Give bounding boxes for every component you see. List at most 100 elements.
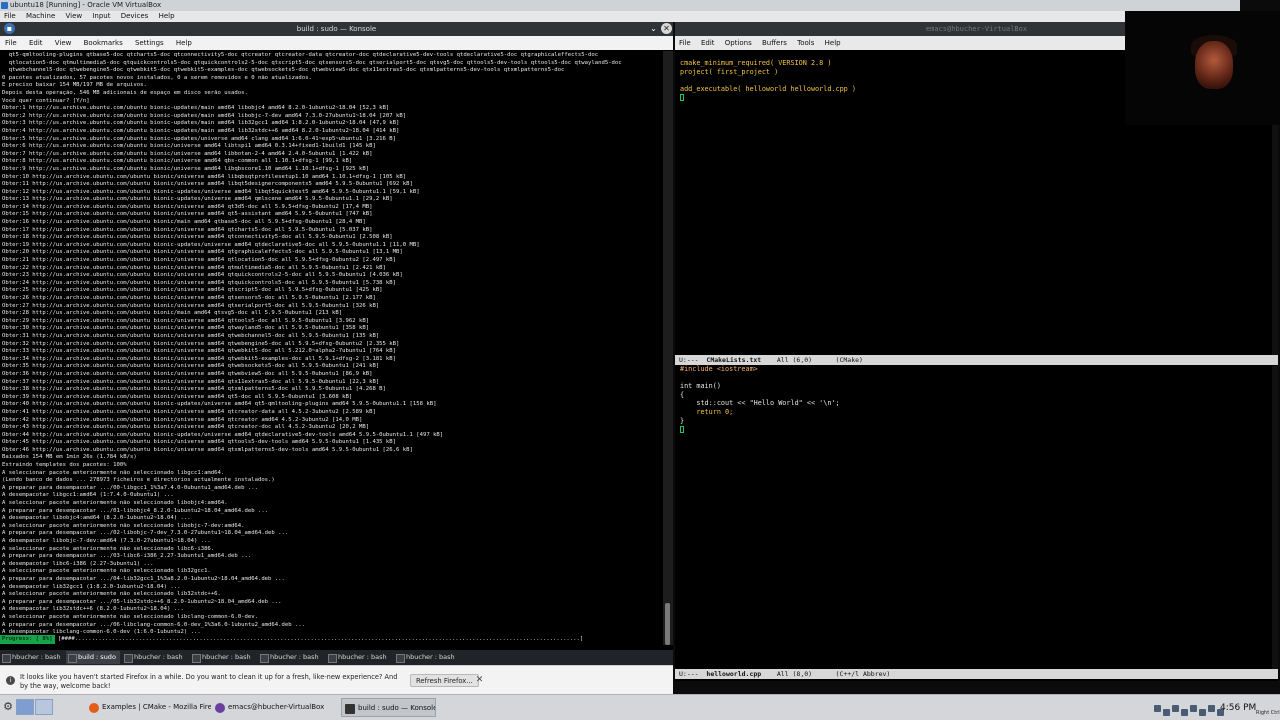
konsole-menu-view[interactable]: View [50, 39, 77, 47]
task-firefox[interactable]: Examples | CMake - Mozilla Firefox [86, 698, 211, 717]
konsole-tab[interactable]: hbucher : bash [0, 651, 64, 664]
code-line: return 0; [680, 408, 734, 416]
webcam-overlay [1125, 11, 1280, 125]
konsole-app-icon[interactable]: ▪ [4, 23, 15, 34]
terminal-line: A preparar para desempacotar .../02-libo… [2, 530, 289, 537]
scrollbar-thumb[interactable] [665, 603, 670, 645]
vbox-menu-input[interactable]: Input [88, 12, 114, 20]
firefox-icon [89, 703, 99, 713]
terminal-line: qtwebchannel5-doc qtwebengine5-doc qtweb… [2, 67, 565, 74]
modeline-buffer-name[interactable]: helloworld.cpp [706, 670, 761, 678]
terminal-line: Obter:38 http://us.archive.ubuntu.com/ub… [2, 386, 386, 393]
terminal-line: A desempacotar libobjc4:amd64 (8.2.0-1ub… [2, 515, 191, 522]
firefox-refresh-notification: i It looks like you haven't started Fire… [0, 665, 673, 694]
terminal-line: A seleccionar pacote anteriormente não s… [2, 522, 245, 529]
system-tray [1150, 697, 1224, 719]
terminal-line: Obter:21 http://us.archive.ubuntu.com/ub… [2, 257, 397, 264]
terminal-line: A seleccionar pacote anteriormente não s… [2, 469, 225, 476]
cpp-scrollbar[interactable] [1272, 366, 1278, 669]
konsole-menu-bookmarks[interactable]: Bookmarks [79, 39, 128, 47]
start-menu-icon[interactable]: ⚙ [2, 699, 14, 715]
terminal-line: A preparar para desempacotar .../03-libc… [2, 553, 252, 560]
vbox-menu-view[interactable]: View [62, 12, 87, 20]
konsole-menu-file[interactable]: File [0, 39, 22, 47]
terminal-line: A preparar para desempacotar .../05-lib3… [2, 598, 282, 605]
terminal-line: Depois desta operação, 546 MB adicionais… [2, 89, 248, 96]
konsole-tabbar: hbucher : bash build : sudo hbucher : bash… [0, 650, 673, 665]
vbox-menu-file[interactable]: File [0, 12, 20, 20]
terminal-line: Obter:17 http://us.archive.ubuntu.com/ub… [2, 226, 373, 233]
close-icon[interactable]: ✕ [474, 675, 485, 686]
terminal-line: Obter:27 http://us.archive.ubuntu.com/ub… [2, 302, 380, 309]
terminal-output[interactable]: qt5-qmltooling-plugins qtbase5-doc qtcha… [0, 51, 663, 645]
terminal-scrollbar[interactable] [663, 51, 673, 645]
emacs-menu-options[interactable]: Options [721, 39, 756, 47]
terminal-line: Obter:40 http://us.archive.ubuntu.com/ub… [2, 401, 437, 408]
vbox-menu-devices[interactable]: Devices [117, 12, 153, 20]
tray-icon[interactable] [1154, 705, 1161, 712]
modeline-buffer-name[interactable]: CMakeLists.txt [706, 356, 761, 364]
terminal-line: Obter:13 http://us.archive.ubuntu.com/ub… [2, 196, 393, 203]
tray-icon[interactable] [1208, 705, 1215, 712]
konsole-tab[interactable]: hbucher : bash [122, 651, 188, 664]
konsole-titlebar[interactable]: ▪ build : sudo — Konsole ⌄ ✕ [0, 22, 673, 36]
emacs-menu-edit[interactable]: Edit [697, 39, 719, 47]
close-icon[interactable]: ✕ [661, 23, 672, 34]
desktop-pager-2[interactable] [35, 699, 53, 715]
terminal-line: Obter:12 http://us.archive.ubuntu.com/ub… [2, 188, 420, 195]
terminal-line: A desempacotar libgcc1:amd64 (1:7.4.0-0u… [2, 492, 174, 499]
terminal-line: É preciso baixar 154 MB/197 MB de arquiv… [2, 82, 147, 89]
terminal-line: A desempacotar libc6-i386 (2.27-3ubuntu1… [2, 560, 154, 567]
terminal-line: Obter:22 http://us.archive.ubuntu.com/ub… [2, 264, 386, 271]
konsole-menu-settings[interactable]: Settings [130, 39, 169, 47]
konsole-menu-edit[interactable]: Edit [24, 39, 48, 47]
task-label: emacs@hbucher-VirtualBox [228, 703, 325, 711]
terminal-line: Obter:8 http://us.archive.ubuntu.com/ubu… [2, 158, 353, 165]
task-emacs[interactable]: emacs@hbucher-VirtualBox [212, 698, 340, 717]
terminal-line: Baixados 154 MB em 1min 26s (1.784 kB/s) [2, 454, 137, 461]
terminal-line: Obter:45 http://us.archive.ubuntu.com/ub… [2, 439, 397, 446]
progress-bar: [####...................................… [57, 636, 584, 642]
terminal-line: Obter:32 http://us.archive.ubuntu.com/ub… [2, 340, 400, 347]
tray-icon[interactable] [1172, 705, 1179, 712]
tray-icon[interactable] [1181, 709, 1188, 716]
terminal-line: A seleccionar pacote anteriormente não s… [2, 568, 211, 575]
minimize-icon[interactable]: ⌄ [648, 23, 659, 34]
tray-icon[interactable] [1163, 709, 1170, 716]
emacs-menu-file[interactable]: File [675, 39, 695, 47]
emacs-menu-tools[interactable]: Tools [793, 39, 818, 47]
tray-icon[interactable] [1199, 709, 1206, 716]
konsole-tab[interactable]: build : sudo [66, 651, 120, 664]
konsole-tab[interactable]: hbucher : bash [258, 651, 324, 664]
konsole-tab[interactable]: hbucher : bash [394, 651, 460, 664]
terminal-line: A seleccionar pacote anteriormente não s… [2, 545, 215, 552]
code-line: cmake_minimum_required( VERSION 2.8 ) [680, 59, 832, 67]
host-key-label: Right Ctrl [1256, 710, 1280, 716]
terminal-line: Obter:31 http://us.archive.ubuntu.com/ub… [2, 332, 380, 339]
task-konsole[interactable]: build : sudo — Konsole [341, 698, 436, 717]
terminal-line: Obter:6 http://us.archive.ubuntu.com/ubu… [2, 143, 376, 150]
text-cursor [680, 94, 684, 101]
tray-icon[interactable] [1190, 705, 1197, 712]
konsole-menu-help[interactable]: Help [171, 39, 197, 47]
konsole-tab[interactable]: hbucher : bash [326, 651, 392, 664]
vbox-menu-machine[interactable]: Machine [22, 12, 59, 20]
emacs-title: emacs@hbucher-VirtualBox [925, 25, 1028, 33]
terminal-line: A seleccionar pacote anteriormente não s… [2, 591, 221, 598]
vbox-menu-help[interactable]: Help [155, 12, 179, 20]
notification-message: It looks like you haven't started Firefo… [20, 673, 398, 690]
terminal-line: Obter:11 http://us.archive.ubuntu.com/ub… [2, 181, 413, 188]
terminal-line: Obter:24 http://us.archive.ubuntu.com/ub… [2, 279, 397, 286]
terminal-line: Obter:26 http://us.archive.ubuntu.com/ub… [2, 295, 376, 301]
refresh-firefox-button[interactable]: Refresh Firefox... [410, 674, 479, 687]
terminal-line: qt5-qmltooling-plugins qtbase5-doc qtcha… [2, 52, 599, 58]
terminal-line: Obter:34 http://us.archive.ubuntu.com/ub… [2, 355, 397, 362]
virtualbox-title: ubuntu18 [Running] - Oracle VM VirtualBo… [10, 1, 162, 9]
code-line: add_executable( helloworld helloworld.cp… [680, 84, 856, 93]
modeline-status: All (6,0) (CMake) [761, 356, 863, 364]
desktop-pager-1[interactable] [16, 699, 34, 715]
emacs-menu-help[interactable]: Help [821, 39, 845, 47]
emacs-menu-buffers[interactable]: Buffers [758, 39, 791, 47]
konsole-tab[interactable]: hbucher : bash [190, 651, 256, 664]
terminal-line: Obter:43 http://us.archive.ubuntu.com/ub… [2, 424, 370, 431]
